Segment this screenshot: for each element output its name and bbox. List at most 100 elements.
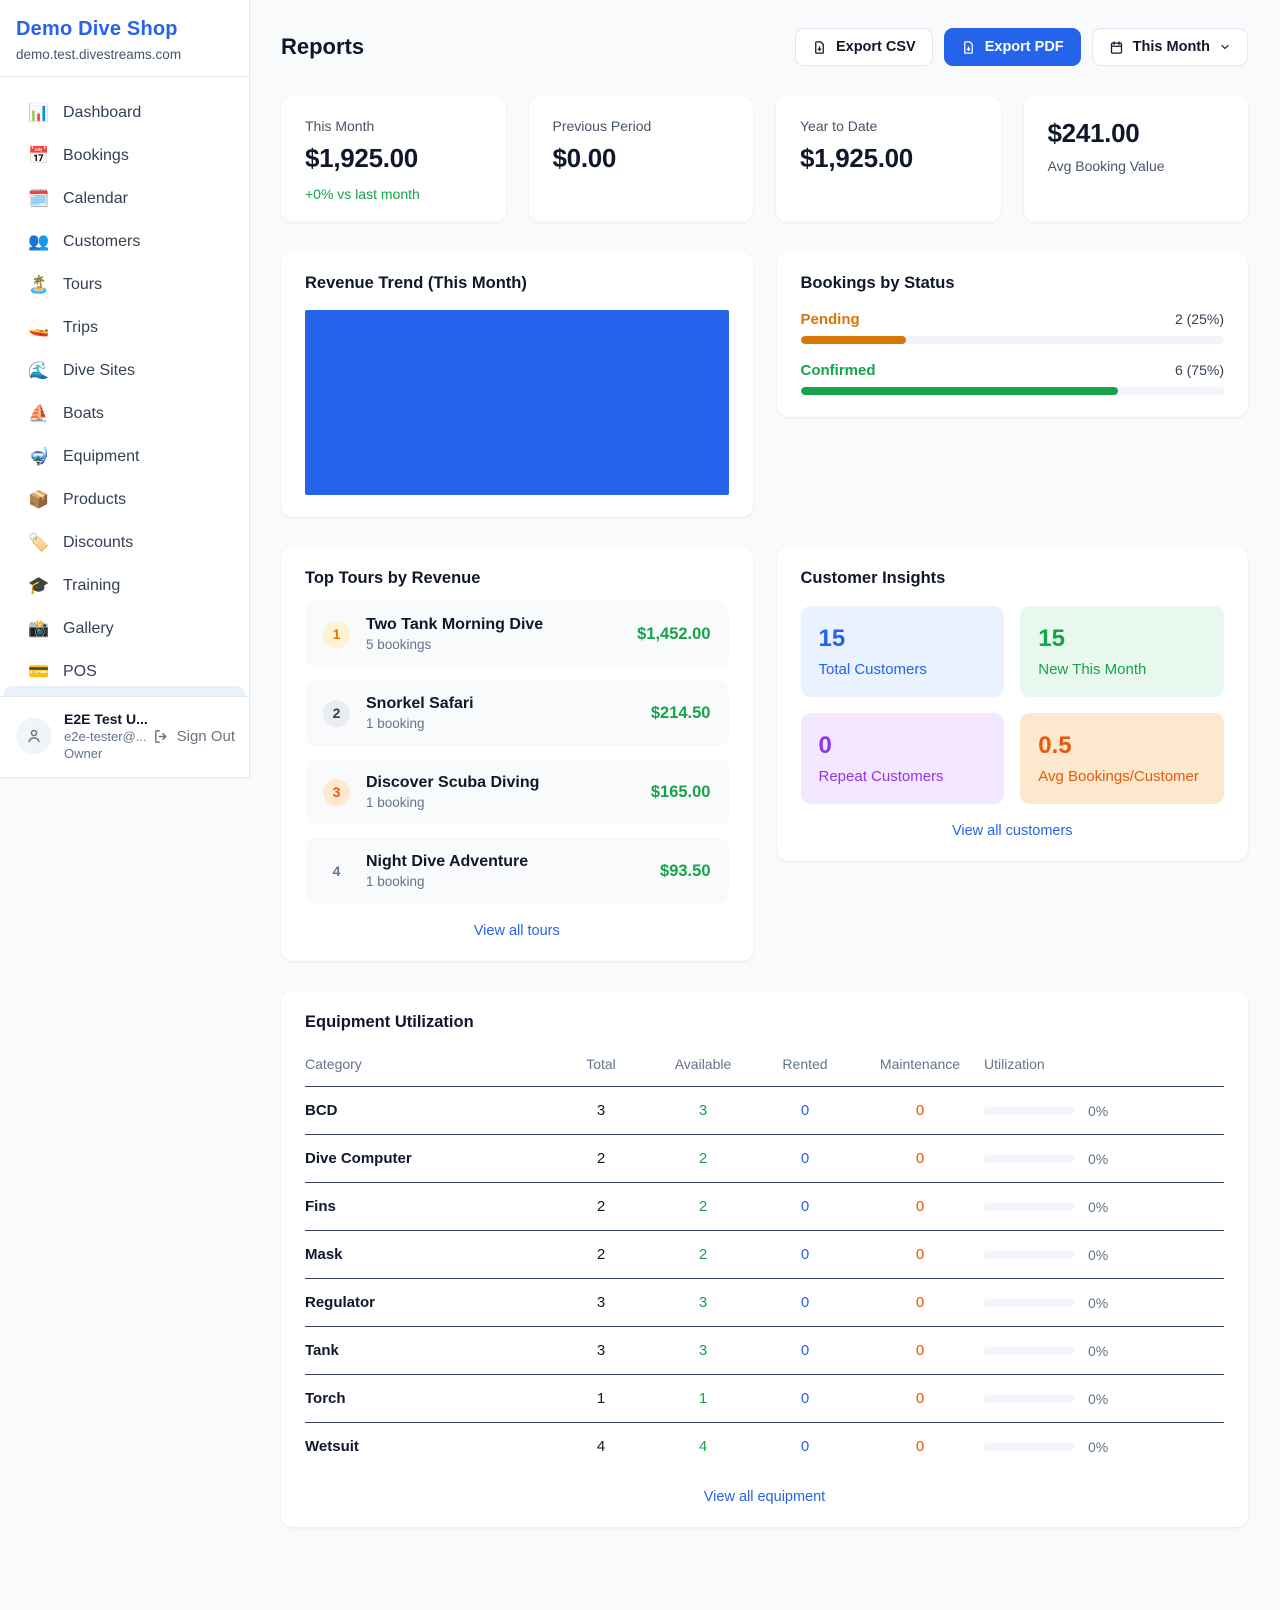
utilization-track <box>984 1107 1074 1115</box>
equip-total: 2 <box>550 1183 652 1231</box>
equipment-utilization-card: Equipment Utilization Category Total Ava… <box>281 991 1248 1527</box>
period-dropdown[interactable]: This Month <box>1092 28 1248 66</box>
sidebar-nav-item[interactable]: 💳 POS <box>8 650 241 686</box>
equip-category: Regulator <box>305 1279 550 1327</box>
revenue-trend-chart <box>305 310 729 495</box>
nav-item-icon: 🚤 <box>28 318 48 338</box>
equipment-table-row: Dive Computer 2 2 0 0 0% <box>305 1135 1224 1183</box>
stat-value: $0.00 <box>553 143 730 174</box>
nav-item-label: Dive Sites <box>63 362 135 380</box>
equip-maintenance: 0 <box>856 1279 984 1327</box>
sidebar-nav-item[interactable]: 📊 Dashboard <box>8 91 241 134</box>
equip-utilization-cell: 0% <box>984 1151 1224 1167</box>
equip-available: 3 <box>652 1327 754 1375</box>
status-progress-track <box>801 336 1225 344</box>
utilization-track <box>984 1395 1074 1403</box>
tour-rank-badge: 4 <box>323 858 350 885</box>
col-maintenance: Maintenance <box>856 1046 984 1087</box>
equip-utilization-cell: 0% <box>984 1391 1224 1407</box>
tour-revenue: $1,452.00 <box>637 625 710 644</box>
nav-item-icon: 💳 <box>28 662 48 682</box>
stat-value: $1,925.00 <box>305 143 482 174</box>
tour-bookings: 5 bookings <box>366 637 621 652</box>
user-role: Owner <box>64 746 141 761</box>
utilization-percent: 0% <box>1088 1391 1108 1407</box>
equip-total: 4 <box>550 1423 652 1471</box>
nav-item-icon: 🗓️ <box>28 189 48 209</box>
customer-insights-card: Customer Insights 15 Total Customers 15 … <box>777 547 1249 861</box>
sidebar-nav-item[interactable]: 🚤 Trips <box>8 306 241 349</box>
period-label: This Month <box>1133 39 1210 55</box>
utilization-percent: 0% <box>1088 1103 1108 1119</box>
sidebar-nav-item[interactable]: 👥 Customers <box>8 220 241 263</box>
user-info: E2E Test U... e2e-tester@... Owner <box>64 711 141 761</box>
stat-label: Avg Booking Value <box>1048 158 1225 174</box>
equip-utilization-cell: 0% <box>984 1295 1224 1311</box>
sidebar-nav-item[interactable]: ⛵ Boats <box>8 392 241 435</box>
equip-maintenance: 0 <box>856 1231 984 1279</box>
equipment-table: Category Total Available Rented Maintena… <box>305 1046 1224 1470</box>
export-csv-button[interactable]: Export CSV <box>795 28 933 66</box>
insights-row: Top Tours by Revenue 1 Two Tank Morning … <box>281 547 1248 961</box>
equipment-table-row: Tank 3 3 0 0 0% <box>305 1327 1224 1375</box>
view-all-equipment-link[interactable]: View all equipment <box>305 1489 1224 1505</box>
nav-item-label: Boats <box>63 405 104 423</box>
export-csv-label: Export CSV <box>836 39 916 55</box>
tour-rank-badge: 1 <box>323 621 350 648</box>
tour-name: Two Tank Morning Dive <box>366 616 621 634</box>
shop-subdomain: demo.test.divestreams.com <box>16 47 233 62</box>
equip-rented: 0 <box>754 1279 856 1327</box>
sidebar-nav-item[interactable]: 🤿 Equipment <box>8 435 241 478</box>
tour-list-item: 3 Discover Scuba Diving 1 booking $165.0… <box>305 759 729 825</box>
shop-header: Demo Dive Shop demo.test.divestreams.com <box>0 0 249 77</box>
sidebar-nav-item[interactable]: 📅 Bookings <box>8 134 241 177</box>
sign-out-label: Sign Out <box>177 728 235 745</box>
utilization-percent: 0% <box>1088 1247 1108 1263</box>
sidebar-nav-item[interactable]: 🗓️ Calendar <box>8 177 241 220</box>
sidebar-nav-item[interactable]: 🏷️ Discounts <box>8 521 241 564</box>
sidebar-item-partial-highlight[interactable] <box>4 686 245 696</box>
tour-revenue: $214.50 <box>651 704 711 723</box>
view-all-customers-link[interactable]: View all customers <box>801 823 1225 839</box>
sidebar-nav-item[interactable]: 🎓 Training <box>8 564 241 607</box>
sidebar-nav-item[interactable]: 🌊 Dive Sites <box>8 349 241 392</box>
equip-rented: 0 <box>754 1231 856 1279</box>
nav-item-label: Training <box>63 577 120 595</box>
insight-label: Repeat Customers <box>819 768 987 785</box>
equip-total: 3 <box>550 1087 652 1135</box>
equipment-utilization-title: Equipment Utilization <box>305 1013 1224 1032</box>
stat-card: This Month $1,925.00 +0% vs last month <box>281 96 506 222</box>
tour-name: Snorkel Safari <box>366 695 635 713</box>
export-pdf-button[interactable]: Export PDF <box>944 28 1081 66</box>
equip-category: Dive Computer <box>305 1135 550 1183</box>
sidebar-nav-item[interactable]: 📦 Products <box>8 478 241 521</box>
equip-rented: 0 <box>754 1327 856 1375</box>
equip-category: Torch <box>305 1375 550 1423</box>
nav-item-icon: 👥 <box>28 232 48 252</box>
nav-item-icon: 📅 <box>28 146 48 166</box>
insight-value: 15 <box>819 625 987 653</box>
tour-bookings: 1 booking <box>366 874 644 889</box>
equipment-table-row: Wetsuit 4 4 0 0 0% <box>305 1423 1224 1471</box>
insight-tile: 0.5 Avg Bookings/Customer <box>1020 713 1224 804</box>
col-category: Category <box>305 1046 550 1087</box>
nav-item-icon: 📸 <box>28 619 48 639</box>
tour-list-item: 4 Night Dive Adventure 1 booking $93.50 <box>305 838 729 904</box>
sidebar-nav-item[interactable]: 🏝️ Tours <box>8 263 241 306</box>
view-all-tours-link[interactable]: View all tours <box>305 923 729 939</box>
equip-utilization-cell: 0% <box>984 1343 1224 1359</box>
top-tours-title: Top Tours by Revenue <box>305 569 729 588</box>
sign-out-button[interactable]: Sign Out <box>153 728 235 745</box>
stat-value: $241.00 <box>1048 118 1225 149</box>
insight-grid: 15 Total Customers 15 New This Month 0 R… <box>801 606 1225 804</box>
equip-total: 2 <box>550 1231 652 1279</box>
shop-title[interactable]: Demo Dive Shop <box>16 18 233 41</box>
insight-value: 0.5 <box>1038 732 1206 760</box>
equip-category: Fins <box>305 1183 550 1231</box>
stat-cards-row: This Month $1,925.00 +0% vs last month P… <box>281 96 1248 222</box>
nav-item-icon: 🌊 <box>28 361 48 381</box>
page-header: Reports Export CSV Export PDF This Month <box>281 28 1248 66</box>
sidebar-nav-item[interactable]: 📸 Gallery <box>8 607 241 650</box>
utilization-track <box>984 1347 1074 1355</box>
equip-available: 1 <box>652 1375 754 1423</box>
